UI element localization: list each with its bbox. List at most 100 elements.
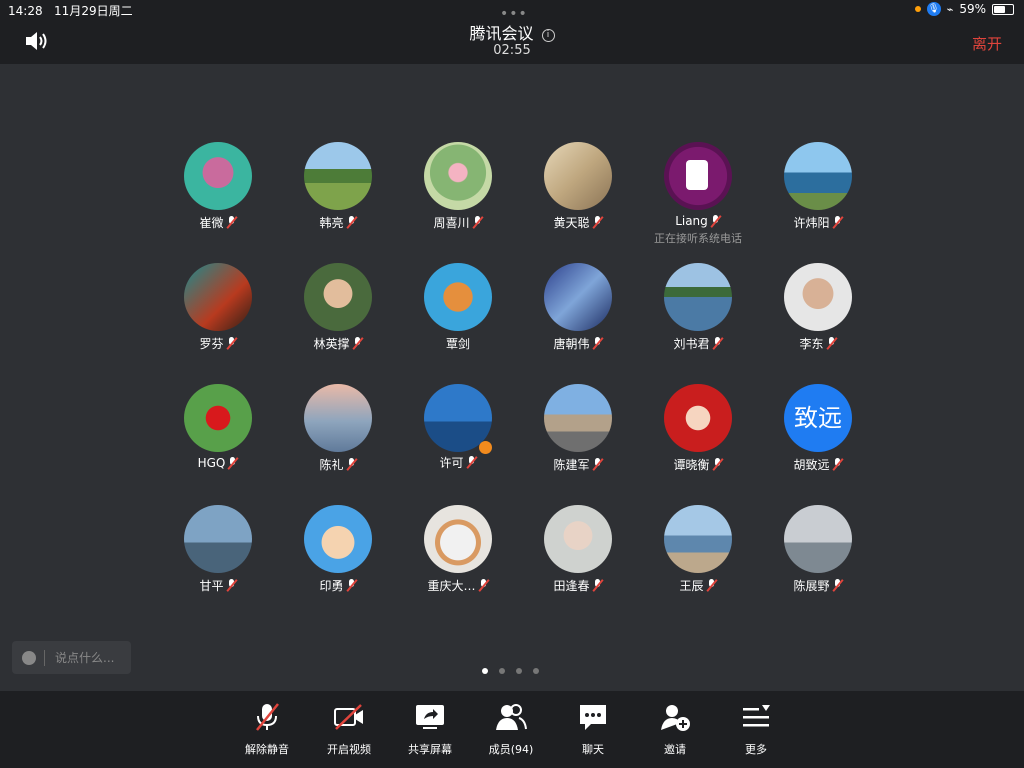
participant-name: 印勇 xyxy=(319,579,344,593)
participant-name: 许可 xyxy=(439,456,464,470)
toolbar-button-members[interactable]: 成员(94) xyxy=(476,701,546,757)
avatar xyxy=(184,142,252,210)
participant-name-row: 周喜川 xyxy=(433,214,484,231)
avatar xyxy=(304,263,372,331)
participant-name-row: 李东 xyxy=(799,335,838,352)
participant-tile[interactable]: 林英撑 xyxy=(278,263,398,384)
toolbar-button-more[interactable]: 更多 xyxy=(721,701,791,757)
toolbar-button-video-off[interactable]: 开启视频 xyxy=(314,701,384,757)
participant-tile[interactable]: 陈建军 xyxy=(518,384,638,505)
participant-tile[interactable]: 黄天聪 xyxy=(518,142,638,263)
participant-tile[interactable]: 陈礼 xyxy=(278,384,398,505)
toolbar-label: 解除静音 xyxy=(245,743,289,756)
participant-tile[interactable]: 许可 xyxy=(398,384,518,505)
host-badge-icon xyxy=(478,441,492,454)
participant-status: 正在接听系统电话 xyxy=(654,232,742,245)
toolbar-button-chat[interactable]: 聊天 xyxy=(558,701,628,757)
avatar xyxy=(784,505,852,573)
participant-name: 陈礼 xyxy=(319,458,344,472)
toolbar-label: 邀请 xyxy=(664,743,686,756)
participant-name: 罗芬 xyxy=(199,337,224,351)
participant-name: Liang xyxy=(675,214,708,228)
mic-muted-icon xyxy=(345,458,358,471)
leave-button[interactable]: 离开 xyxy=(972,33,1002,54)
mic-muted-icon xyxy=(825,337,838,350)
status-indicators: 🎙 ⌁ 59% xyxy=(914,2,1014,16)
avatar xyxy=(424,263,492,331)
mic-muted-icon xyxy=(591,216,604,229)
toolbar-button-invite[interactable]: 邀请 xyxy=(640,701,710,757)
avatar xyxy=(304,505,372,573)
chat-input[interactable] xyxy=(53,649,127,666)
participant-name: 刘书君 xyxy=(673,337,710,351)
participant-name-row: HGQ xyxy=(198,456,239,470)
participant-name-row: 林英撑 xyxy=(313,335,364,352)
mic-muted-icon xyxy=(711,458,724,471)
participant-tile[interactable]: 韩亮 xyxy=(278,142,398,263)
participant-tile[interactable]: 覃剑 xyxy=(398,263,518,384)
participant-tile[interactable]: 刘书君 xyxy=(638,263,758,384)
toolbar-label: 开启视频 xyxy=(327,743,371,756)
participant-name-row: 罗芬 xyxy=(199,335,238,352)
page-dot[interactable] xyxy=(533,668,539,674)
avatar xyxy=(184,505,252,573)
status-time: 14:28 11月29日周二 xyxy=(8,4,133,18)
participant-name-row: 谭晓衡 xyxy=(673,456,724,473)
participant-tile[interactable]: 甘平 xyxy=(158,505,278,626)
mic-muted-icon xyxy=(227,456,239,470)
avatar xyxy=(184,384,252,452)
participant-tile[interactable]: Liang 正在接听系统电话 xyxy=(638,142,758,263)
avatar xyxy=(664,384,732,452)
mic-muted-icon xyxy=(345,216,358,229)
more-icon xyxy=(740,701,772,733)
participant-name: 重庆大… xyxy=(427,579,476,593)
participant-name-row: 陈展野 xyxy=(793,577,844,594)
page-dot[interactable] xyxy=(482,668,488,674)
participant-tile[interactable]: 李东 xyxy=(758,263,878,384)
meeting-title: 腾讯会议 i xyxy=(0,20,1024,44)
page-dot[interactable] xyxy=(516,668,522,674)
participant-tile[interactable]: 谭晓衡 xyxy=(638,384,758,505)
participant-name: 田逢春 xyxy=(553,579,590,593)
avatar xyxy=(544,505,612,573)
info-icon[interactable]: i xyxy=(541,29,555,42)
participant-name-row: 印勇 xyxy=(319,577,358,594)
page-indicator[interactable] xyxy=(482,668,539,674)
participant-tile[interactable]: 唐朝伟 xyxy=(518,263,638,384)
participant-tile[interactable]: 印勇 xyxy=(278,505,398,626)
participant-tile[interactable]: HGQ xyxy=(158,384,278,505)
participant-name: 陈展野 xyxy=(793,579,830,593)
mic-muted-icon xyxy=(251,701,283,733)
participant-tile[interactable]: 周喜川 xyxy=(398,142,518,263)
chat-input-box[interactable] xyxy=(12,641,131,674)
participant-name-row: 王辰 xyxy=(679,577,718,594)
participant-grid: 崔微 韩亮 周喜川 黄天聪 Liang 正在接听系统电话 许炜阳罗芬 林英撑 覃剑 唐朝伟 刘书君 李… xyxy=(158,142,878,626)
avatar xyxy=(664,263,732,331)
participant-tile[interactable]: 致远 胡致远 xyxy=(758,384,878,505)
participant-name-row: Liang xyxy=(675,214,722,228)
participant-tile[interactable]: 崔微 xyxy=(158,142,278,263)
meeting-title-text: 腾讯会议 xyxy=(469,24,534,43)
participant-tile[interactable]: 王辰 xyxy=(638,505,758,626)
participant-name: 陈建军 xyxy=(553,458,590,472)
participant-tile[interactable]: 陈展野 xyxy=(758,505,878,626)
mic-muted-icon xyxy=(465,456,478,469)
avatar xyxy=(664,142,732,210)
battery-icon xyxy=(992,3,1014,15)
screen-mirror-icon: ⌁ xyxy=(946,2,954,16)
participant-name: HGQ xyxy=(197,456,226,470)
invite-icon xyxy=(659,701,691,733)
participant-tile[interactable]: 许炜阳 xyxy=(758,142,878,263)
bottom-toolbar: 解除静音 开启视频 共享屏幕 成员(94) 聊天 邀请 更多 xyxy=(0,691,1024,768)
chat-icon xyxy=(577,701,609,733)
avatar xyxy=(424,142,492,210)
emoji-icon[interactable] xyxy=(22,650,36,665)
participant-tile[interactable]: 罗芬 xyxy=(158,263,278,384)
toolbar-button-mic-muted[interactable]: 解除静音 xyxy=(232,701,302,757)
participant-tile[interactable]: 重庆大… xyxy=(398,505,518,626)
mic-in-use-icon: 🎙 xyxy=(926,2,941,16)
toolbar-button-share-screen[interactable]: 共享屏幕 xyxy=(395,701,465,757)
avatar xyxy=(784,263,852,331)
page-dot[interactable] xyxy=(499,668,505,674)
participant-tile[interactable]: 田逢春 xyxy=(518,505,638,626)
